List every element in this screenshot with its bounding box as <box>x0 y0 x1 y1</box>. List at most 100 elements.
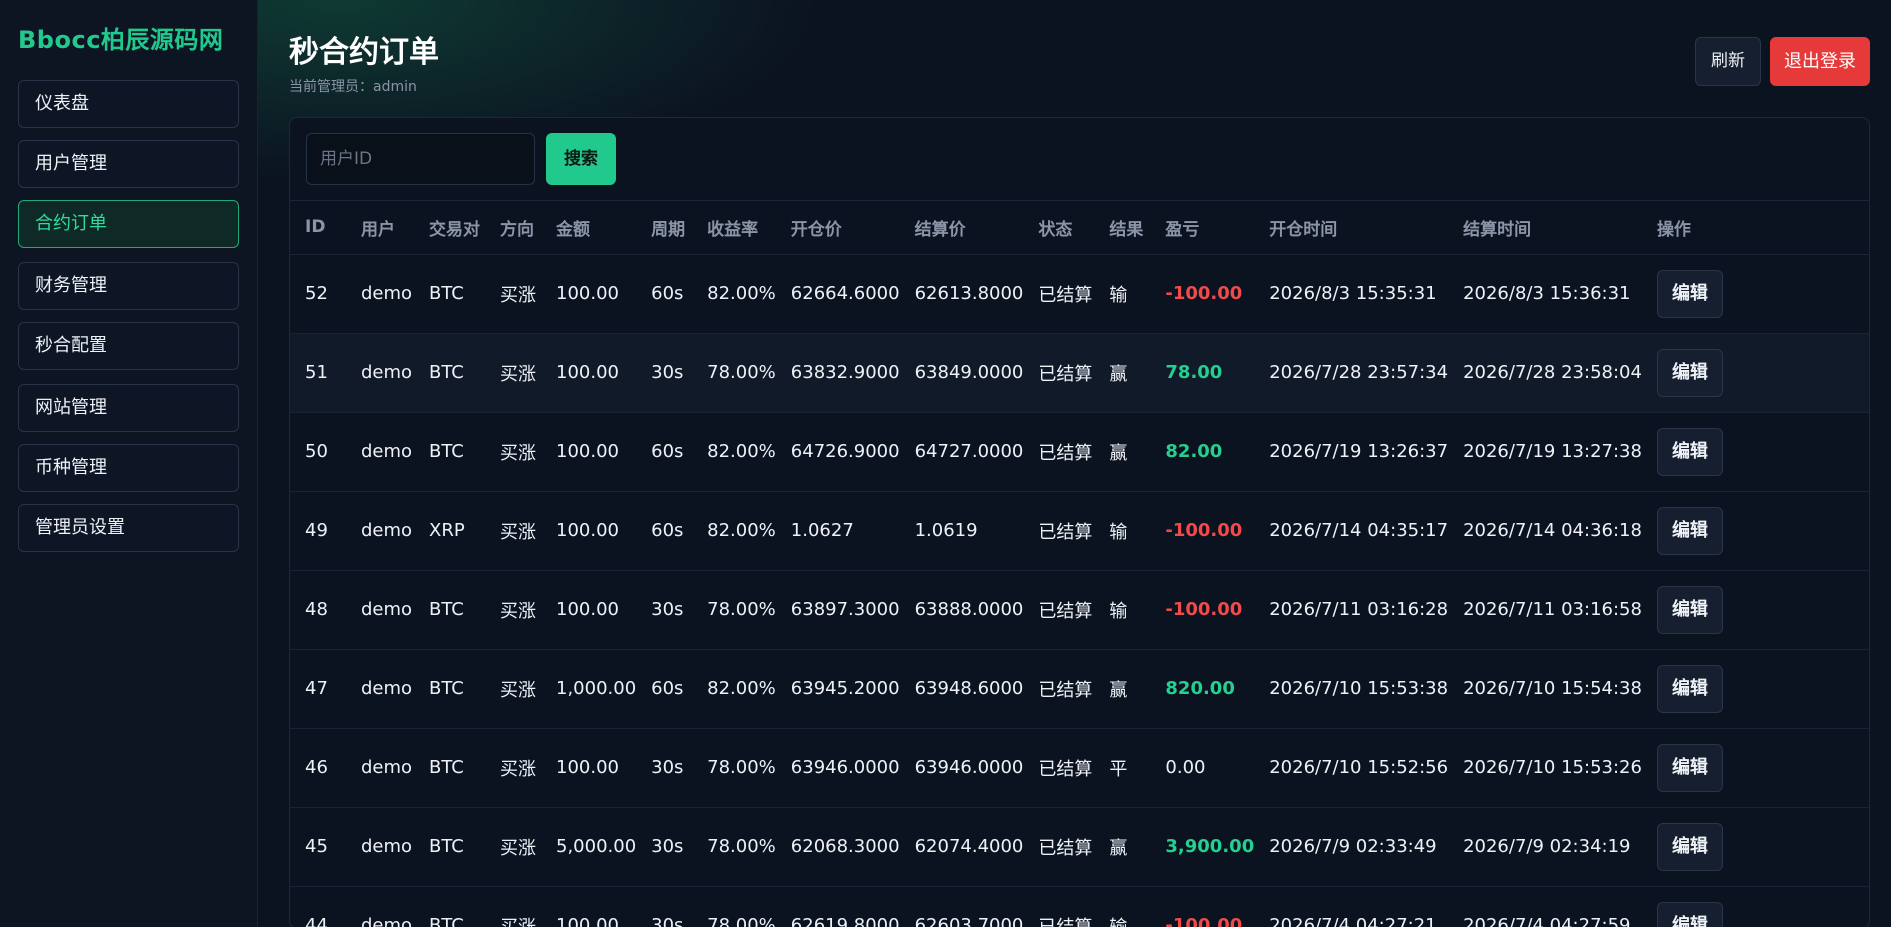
edit-button[interactable]: 编辑 <box>1656 269 1723 318</box>
col-result: 赢 <box>1094 333 1151 413</box>
col-pair: BTC <box>414 570 485 650</box>
col-result: 输 <box>1094 570 1151 650</box>
sidebar-nav: 仪表盘用户管理合约订单财务管理秒合配置网站管理币种管理管理员设置 <box>18 80 239 552</box>
col-result: 输 <box>1094 491 1151 571</box>
sidebar-item[interactable]: 币种管理 <box>18 444 239 492</box>
refresh-button[interactable]: 刷新 <box>1695 37 1761 86</box>
edit-button[interactable]: 编辑 <box>1656 585 1723 634</box>
col-amount: 5,000.00 <box>541 807 637 887</box>
user-id-search-input[interactable] <box>306 133 535 185</box>
col-period: 60s <box>636 491 693 571</box>
edit-button[interactable]: 编辑 <box>1656 901 1723 927</box>
col-actions: 编辑 <box>1641 807 1869 887</box>
edit-button[interactable]: 编辑 <box>1656 348 1723 397</box>
edit-button[interactable]: 编辑 <box>1656 427 1723 476</box>
col-status: 已结算 <box>1023 728 1095 808</box>
col-id: 45 <box>290 807 346 887</box>
orders-panel: 搜索 ID用户交易对方向金额周期收益率开仓价结算价状态结果盈亏开仓时间结算时间操… <box>289 117 1870 927</box>
table-row: 44 demo BTC 买涨 100.00 30s 78.00% 62619.8000 6260… <box>290 886 1869 927</box>
col-pair: BTC <box>414 728 485 808</box>
col-user: demo <box>346 491 414 571</box>
col-result: 赢 <box>1094 412 1151 492</box>
col-open-price: 62619.8000 <box>775 886 900 927</box>
col-direction: 买涨 <box>485 570 541 650</box>
sidebar-item[interactable]: 仪表盘 <box>18 80 239 128</box>
col-open-time: 2026/7/11 03:16:28 <box>1254 570 1449 650</box>
col-status: 已结算 <box>1023 649 1095 729</box>
col-open-time: 2026/7/28 23:57:34 <box>1254 333 1449 413</box>
col-open-time: 2026/7/10 15:52:56 <box>1254 728 1449 808</box>
nav-group: 网站管理币种管理管理员设置 <box>18 384 239 552</box>
col-pnl: 0.00 <box>1150 728 1255 808</box>
edit-button[interactable]: 编辑 <box>1656 822 1723 871</box>
col-result: 输 <box>1094 886 1151 927</box>
current-admin-label: 当前管理员：admin <box>289 79 417 95</box>
sidebar-item[interactable]: 秒合配置 <box>18 322 239 370</box>
brand-logo: Bbocc柏辰源码网 <box>18 26 224 54</box>
col-id: 50 <box>290 412 346 492</box>
table-row: 51 demo BTC 买涨 100.00 30s 78.00% 63832.9000 6384… <box>290 333 1869 413</box>
col-user: demo <box>346 728 414 808</box>
sidebar-item[interactable]: 财务管理 <box>18 262 239 310</box>
col-period: 30s <box>636 570 693 650</box>
col-result: 输 <box>1094 254 1151 334</box>
edit-button[interactable]: 编辑 <box>1656 506 1723 555</box>
col-open-price: 63946.0000 <box>775 728 900 808</box>
col-yield: 82.00% <box>692 412 776 492</box>
col-yield: 78.00% <box>692 728 776 808</box>
sidebar-item[interactable]: 用户管理 <box>18 140 239 188</box>
col-settle-price: 64727.0000 <box>899 412 1024 492</box>
col-pnl: 820.00 <box>1150 649 1255 729</box>
col-id: 48 <box>290 570 346 650</box>
table-row: 45 demo BTC 买涨 5,000.00 30s 78.00% 62068.3000 62… <box>290 807 1869 887</box>
col-direction: 买涨 <box>485 649 541 729</box>
col-user: demo <box>346 333 414 413</box>
col-actions: 编辑 <box>1641 649 1869 729</box>
sidebar-item[interactable]: 合约订单 <box>18 200 239 248</box>
col-settle-price: 62613.8000 <box>899 254 1024 334</box>
col-result: 赢 <box>1094 807 1151 887</box>
col-open-price: 62664.6000 <box>775 254 900 334</box>
search-bar: 搜索 <box>290 118 1869 201</box>
sidebar-item[interactable]: 网站管理 <box>18 384 239 432</box>
col-direction: 买涨 <box>485 728 541 808</box>
col-pair: BTC <box>414 333 485 413</box>
col-amount: 100.00 <box>541 254 637 334</box>
table-row: 46 demo BTC 买涨 100.00 30s 78.00% 63946.0000 6394… <box>290 728 1869 808</box>
col-status: 已结算 <box>1023 886 1095 927</box>
col-open-price-header: 开仓价 <box>775 201 900 255</box>
logout-button[interactable]: 退出登录 <box>1770 37 1870 86</box>
col-period: 60s <box>636 649 693 729</box>
col-pair: BTC <box>414 886 485 927</box>
col-settle-time: 2026/8/3 15:36:31 <box>1448 254 1642 334</box>
col-status: 已结算 <box>1023 807 1095 887</box>
col-amount-header: 金额 <box>541 201 637 255</box>
search-button[interactable]: 搜索 <box>546 133 616 185</box>
col-settle-time: 2026/7/11 03:16:58 <box>1448 570 1642 650</box>
col-open-price: 62068.3000 <box>775 807 900 887</box>
col-actions: 编辑 <box>1641 886 1869 927</box>
col-period: 30s <box>636 728 693 808</box>
col-actions: 编辑 <box>1641 333 1869 413</box>
col-id: 51 <box>290 333 346 413</box>
edit-button[interactable]: 编辑 <box>1656 664 1723 713</box>
sidebar-item[interactable]: 管理员设置 <box>18 504 239 552</box>
col-user: demo <box>346 886 414 927</box>
col-open-time-header: 开仓时间 <box>1254 201 1449 255</box>
col-status-header: 状态 <box>1023 201 1095 255</box>
col-result: 平 <box>1094 728 1151 808</box>
table-header-row: ID 用户 交易对 方向 金额 周期 收益率 开仓价 结算价 状态 结果 盈亏 开仓时间 结算时间 操作 <box>290 201 1869 255</box>
col-pnl: 3,900.00 <box>1150 807 1255 887</box>
col-settle-price: 63849.0000 <box>899 333 1024 413</box>
col-yield: 78.00% <box>692 570 776 650</box>
col-open-price: 63832.9000 <box>775 333 900 413</box>
col-actions: 编辑 <box>1641 491 1869 571</box>
edit-button[interactable]: 编辑 <box>1656 743 1723 792</box>
col-pnl: -100.00 <box>1150 491 1255 571</box>
col-pair: BTC <box>414 807 485 887</box>
col-open-price: 63945.2000 <box>775 649 900 729</box>
col-direction: 买涨 <box>485 254 541 334</box>
col-direction: 买涨 <box>485 491 541 571</box>
table-row: 47 demo BTC 买涨 1,000.00 60s 82.00% 63945.2000 63… <box>290 649 1869 729</box>
col-pnl: -100.00 <box>1150 570 1255 650</box>
